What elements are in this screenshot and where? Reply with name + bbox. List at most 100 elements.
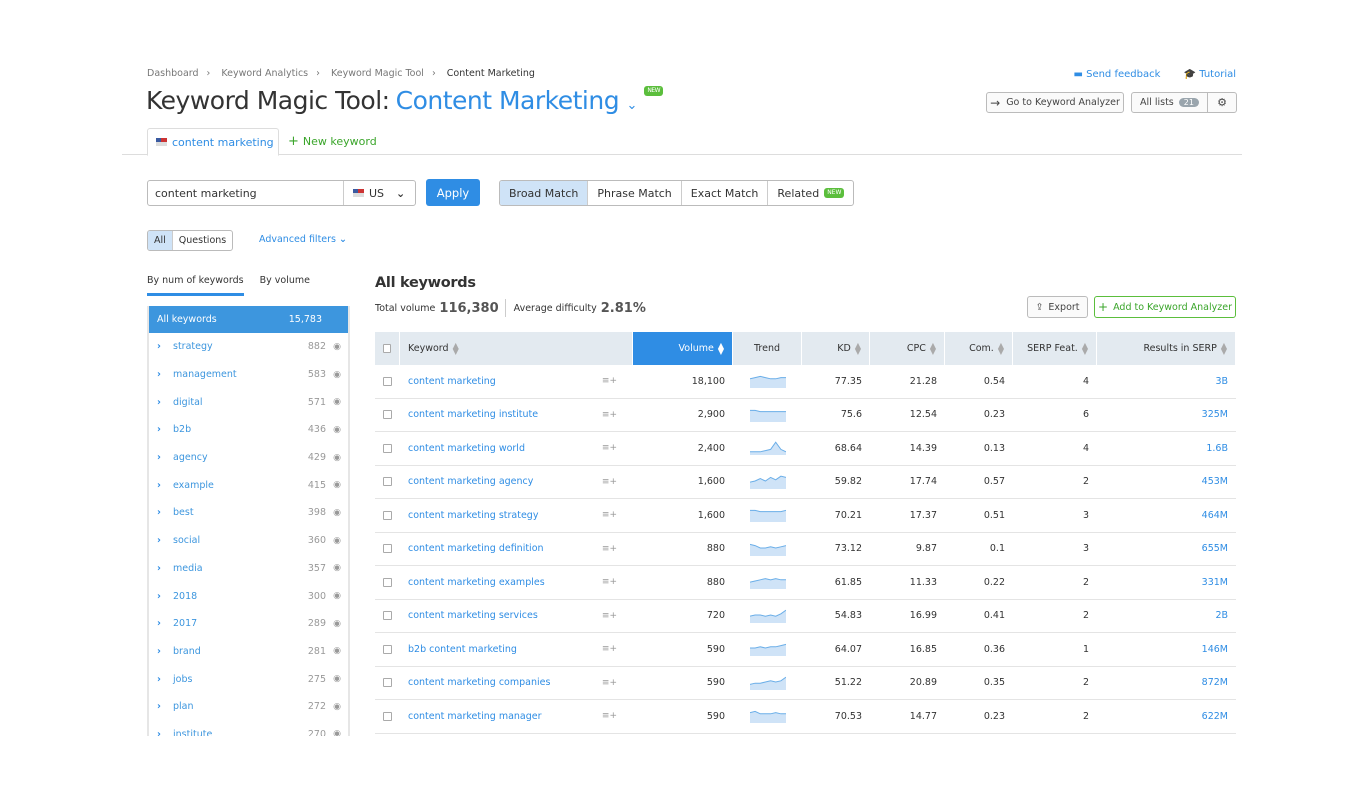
select-all-checkbox[interactable]	[383, 344, 391, 353]
chevron-down-icon[interactable]: ⌄	[627, 98, 638, 113]
group-item[interactable]: › management 583 ◉	[149, 361, 348, 389]
keyword-link[interactable]: content marketing manager	[408, 711, 602, 722]
chevron-right-icon[interactable]: ›	[149, 563, 173, 574]
group-item[interactable]: › institute 270 ◉	[149, 721, 348, 736]
send-feedback-link[interactable]: ▬ Send feedback	[1063, 69, 1160, 80]
broad-match-button[interactable]: Broad Match	[500, 181, 589, 205]
results-link[interactable]: 331M	[1202, 577, 1228, 588]
gear-icon[interactable]: ⚙	[1208, 96, 1236, 109]
chevron-right-icon[interactable]: ›	[149, 618, 173, 629]
group-item[interactable]: › digital 571 ◉	[149, 388, 348, 416]
results-link[interactable]: 1.6B	[1206, 443, 1228, 454]
col-serp-features[interactable]: SERP Feat. ▲ ▼	[1013, 332, 1097, 365]
keyword-dropdown[interactable]: Content Marketing	[396, 86, 620, 115]
advanced-filters-toggle[interactable]: Advanced filters ⌄	[259, 234, 347, 245]
group-item[interactable]: › 2017 289 ◉	[149, 610, 348, 638]
chevron-right-icon[interactable]: ›	[149, 480, 173, 491]
row-checkbox[interactable]	[383, 577, 392, 587]
results-link[interactable]: 3B	[1215, 376, 1228, 387]
export-button[interactable]: ⇪ Export	[1027, 296, 1088, 318]
col-cpc[interactable]: CPC ▲ ▼	[870, 332, 945, 365]
col-com[interactable]: Com. ▲ ▼	[945, 332, 1013, 365]
group-item[interactable]: › plan 272 ◉	[149, 693, 348, 721]
eye-icon[interactable]: ◉	[326, 646, 348, 656]
keyword-link[interactable]: content marketing examples	[408, 577, 602, 588]
groups-list[interactable]: All keywords 15,783 › strategy 882 ◉ › ma…	[147, 306, 350, 736]
row-checkbox[interactable]	[383, 644, 392, 654]
row-checkbox[interactable]	[383, 611, 392, 621]
group-item[interactable]: › b2b 436 ◉	[149, 416, 348, 444]
results-link[interactable]: 872M	[1202, 677, 1228, 688]
results-link[interactable]: 622M	[1202, 711, 1228, 722]
results-link[interactable]: 2B	[1215, 610, 1228, 621]
country-select[interactable]: US ⌄	[344, 181, 415, 205]
go-to-keyword-analyzer-button[interactable]: → Go to Keyword Analyzer	[986, 92, 1124, 113]
eye-icon[interactable]: ◉	[326, 591, 348, 601]
related-button[interactable]: Related NEW	[768, 181, 853, 205]
group-item[interactable]: › social 360 ◉	[149, 527, 348, 555]
chevron-right-icon[interactable]: ›	[149, 369, 173, 380]
all-filter-button[interactable]: All	[148, 231, 173, 250]
add-to-list-icon[interactable]: ≡+	[602, 510, 617, 520]
results-link[interactable]: 325M	[1202, 409, 1228, 420]
results-link[interactable]: 655M	[1202, 543, 1228, 554]
tab-by-num-keywords[interactable]: By num of keywords	[147, 272, 244, 296]
eye-icon[interactable]: ◉	[326, 536, 348, 546]
add-to-list-icon[interactable]: ≡+	[602, 376, 617, 386]
new-keyword-tab[interactable]: + New keyword	[288, 128, 377, 155]
results-link[interactable]: 146M	[1202, 644, 1228, 655]
chevron-right-icon[interactable]: ›	[149, 701, 173, 712]
row-checkbox[interactable]	[383, 678, 392, 688]
results-link[interactable]: 453M	[1202, 476, 1228, 487]
chevron-right-icon[interactable]: ›	[149, 452, 173, 463]
all-lists-button[interactable]: All lists 21	[1132, 93, 1208, 112]
eye-icon[interactable]: ◉	[326, 453, 348, 463]
eye-icon[interactable]: ◉	[326, 563, 348, 573]
add-to-list-icon[interactable]: ≡+	[602, 678, 617, 688]
breadcrumb-dashboard[interactable]: Dashboard	[147, 68, 199, 79]
keyword-link[interactable]: b2b content marketing	[408, 644, 602, 655]
exact-match-button[interactable]: Exact Match	[682, 181, 769, 205]
eye-icon[interactable]: ◉	[326, 674, 348, 684]
apply-button[interactable]: Apply	[426, 179, 480, 206]
group-item[interactable]: › example 415 ◉	[149, 471, 348, 499]
add-to-list-icon[interactable]: ≡+	[602, 611, 617, 621]
col-kd[interactable]: KD ▲ ▼	[802, 332, 870, 365]
keyword-link[interactable]: content marketing definition	[408, 543, 602, 554]
keyword-link[interactable]: content marketing agency	[408, 476, 602, 487]
eye-icon[interactable]: ◉	[326, 370, 348, 380]
chevron-right-icon[interactable]: ›	[149, 507, 173, 518]
add-to-list-icon[interactable]: ≡+	[602, 711, 617, 721]
row-checkbox[interactable]	[383, 443, 392, 453]
col-results-in-serp[interactable]: Results in SERP ▲ ▼	[1097, 332, 1236, 365]
eye-icon[interactable]: ◉	[326, 619, 348, 629]
questions-filter-button[interactable]: Questions	[173, 231, 232, 250]
eye-icon[interactable]: ◉	[326, 425, 348, 435]
breadcrumb-keyword-analytics[interactable]: Keyword Analytics	[221, 68, 308, 79]
breadcrumb-keyword-magic-tool[interactable]: Keyword Magic Tool	[331, 68, 424, 79]
add-to-list-icon[interactable]: ≡+	[602, 644, 617, 654]
group-item[interactable]: › strategy 882 ◉	[149, 333, 348, 361]
group-item[interactable]: › media 357 ◉	[149, 555, 348, 583]
group-item[interactable]: › jobs 275 ◉	[149, 665, 348, 693]
tab-by-volume[interactable]: By volume	[260, 272, 310, 296]
add-to-list-icon[interactable]: ≡+	[602, 477, 617, 487]
keyword-link[interactable]: content marketing strategy	[408, 510, 602, 521]
add-to-keyword-analyzer-button[interactable]: + Add to Keyword Analyzer	[1094, 296, 1236, 318]
row-checkbox[interactable]	[383, 410, 392, 420]
keyword-link[interactable]: content marketing	[408, 376, 602, 387]
tutorial-link[interactable]: 🎓 Tutorial	[1174, 69, 1236, 80]
row-checkbox[interactable]	[383, 477, 392, 487]
chevron-right-icon[interactable]: ›	[149, 397, 173, 408]
chevron-right-icon[interactable]: ›	[149, 674, 173, 685]
eye-icon[interactable]: ◉	[326, 729, 348, 736]
add-to-list-icon[interactable]: ≡+	[602, 443, 617, 453]
row-checkbox[interactable]	[383, 376, 392, 386]
group-item[interactable]: › brand 281 ◉	[149, 638, 348, 666]
add-to-list-icon[interactable]: ≡+	[602, 577, 617, 587]
eye-icon[interactable]: ◉	[326, 702, 348, 712]
eye-icon[interactable]: ◉	[326, 480, 348, 490]
group-item[interactable]: › best 398 ◉	[149, 499, 348, 527]
results-link[interactable]: 464M	[1202, 510, 1228, 521]
row-checkbox[interactable]	[383, 510, 392, 520]
